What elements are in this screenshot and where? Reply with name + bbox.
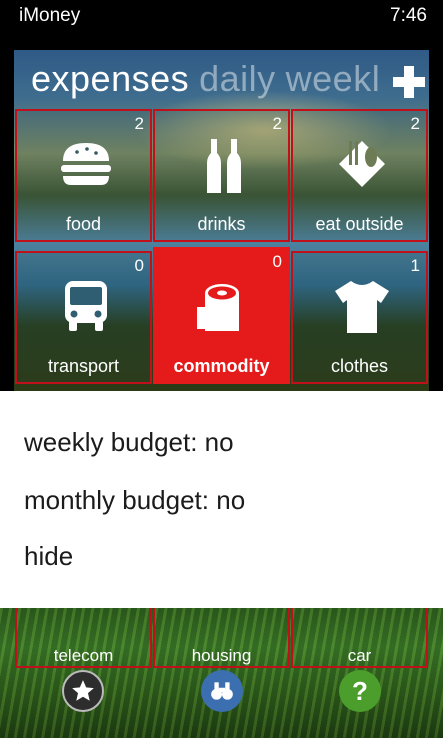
menu-item-hide[interactable]: hide xyxy=(24,541,73,572)
menu-item-monthly-budget[interactable]: monthly budget: no xyxy=(24,485,245,516)
tile-clothes[interactable]: 1 clothes xyxy=(291,251,428,384)
tile-label: drinks xyxy=(197,214,246,234)
status-bar: iMoney 7:46 xyxy=(0,0,443,40)
tile-transport[interactable]: 0 transport xyxy=(15,251,152,384)
help-icon: ? xyxy=(352,675,368,706)
shirt-icon xyxy=(335,281,389,333)
bus-icon xyxy=(65,281,107,331)
cutlery-icon xyxy=(339,141,385,187)
star-icon xyxy=(72,680,94,701)
tile-label: commodity xyxy=(173,356,270,376)
tile-food[interactable]: 2 food xyxy=(15,109,152,242)
tile-label: eat outside xyxy=(315,214,404,234)
tile-count: 2 xyxy=(134,114,144,133)
favorites-button[interactable] xyxy=(62,670,104,712)
panorama-header: expenses daily weekl xyxy=(31,58,380,100)
tile-count: 0 xyxy=(134,256,144,275)
tile-housing[interactable]: housing xyxy=(153,608,290,668)
help-button[interactable]: ? xyxy=(339,670,381,712)
bottles-icon xyxy=(207,139,241,193)
menu-item-weekly-budget[interactable]: weekly budget: no xyxy=(24,427,234,458)
tile-label: car xyxy=(347,646,372,665)
add-button[interactable] xyxy=(391,64,427,100)
section-daily[interactable]: daily xyxy=(199,58,276,99)
tile-label: food xyxy=(65,214,102,234)
search-button[interactable] xyxy=(201,670,243,712)
tile-count: 2 xyxy=(410,114,420,133)
tile-car[interactable]: car xyxy=(291,608,428,668)
section-expenses[interactable]: expenses xyxy=(31,58,189,99)
binoculars-icon xyxy=(211,682,233,700)
tile-label: transport xyxy=(47,356,120,376)
tile-commodity[interactable]: 0 commodity xyxy=(153,247,290,384)
section-weekly[interactable]: weekl xyxy=(286,58,381,99)
tile-eat-outside[interactable]: 2 eat outside xyxy=(291,109,428,242)
tile-label: clothes xyxy=(330,356,389,376)
clock: 7:46 xyxy=(390,5,427,26)
tile-label: telecom xyxy=(53,646,114,665)
burger-icon xyxy=(61,143,111,185)
tile-count: 0 xyxy=(272,252,282,271)
tile-count: 2 xyxy=(272,114,282,133)
tile-telecom[interactable]: telecom xyxy=(15,608,152,668)
tile-count: 1 xyxy=(410,256,420,275)
toilet-paper-icon xyxy=(197,284,239,331)
tile-drinks[interactable]: 2 drinks xyxy=(153,109,290,242)
context-menu: weekly budget: no monthly budget: no hid… xyxy=(0,391,443,608)
tile-label: housing xyxy=(191,646,252,665)
app-name: iMoney xyxy=(19,5,81,26)
